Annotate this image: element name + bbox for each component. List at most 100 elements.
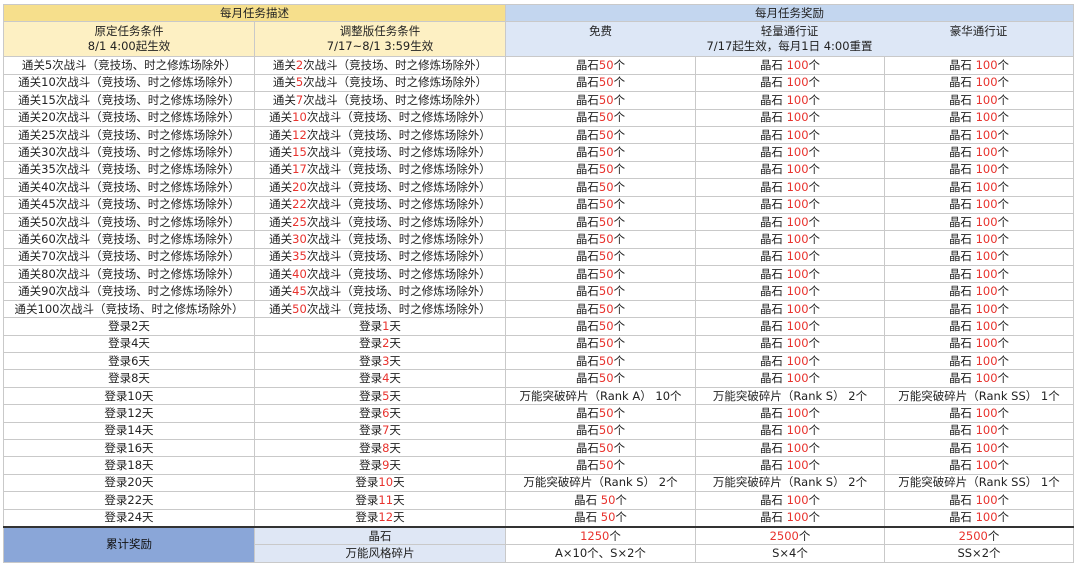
light-reward-suffix: 个 [808, 58, 821, 73]
deluxe-reward-suffix: 个 [997, 231, 1010, 246]
deluxe-reward-prefix: 晶石 [948, 492, 976, 507]
adj-condition-prefix: 登录 [359, 405, 383, 420]
adj-condition-prefix: 登录 [359, 318, 383, 333]
orig-condition-text: 通关70次战斗（竞技场、时之修炼场除外） [18, 249, 240, 264]
free-reward-suffix: 个 [613, 231, 626, 246]
adj-condition-cell: 通关30次战斗（竞技场、时之修炼场除外） [254, 230, 506, 249]
free-reward-suffix: 个 [613, 214, 626, 229]
free-reward-cell: 晶石50个 [505, 404, 696, 423]
deluxe-reward-prefix: 晶石 [948, 301, 976, 316]
adj-condition-cell: 通关12次战斗（竞技场、时之修炼场除外） [254, 125, 506, 145]
free-reward-suffix: 个 [613, 353, 626, 368]
free-reward-amount: 50 [598, 266, 614, 281]
free-reward-prefix: 晶石 [575, 162, 599, 177]
adj-condition-prefix: 通关 [269, 110, 293, 125]
deluxe-reward-suffix: 个 [997, 92, 1010, 107]
free-reward-prefix: 晶石 [575, 336, 599, 351]
orig-condition-title: 原定任务条件 [94, 24, 164, 39]
orig-condition-cell: 登录4天 [3, 334, 255, 354]
table-row: 通关30次战斗（竞技场、时之修炼场除外） 通关15次战斗（竞技场、时之修炼场除外）… [3, 143, 1075, 162]
adj-condition-cell: 登录3天 [254, 352, 506, 371]
light-reward-prefix: 晶石 [759, 371, 787, 386]
free-column-title: 免费 [589, 24, 612, 39]
adj-condition-suffix: 天 [389, 318, 401, 333]
light-reward-cell: 晶石 100个 [695, 456, 885, 475]
free-reward-prefix: 晶石 [575, 284, 599, 299]
table-row: 登录22天 登录11天 晶石 50个 晶石 100个 晶石 100个 [3, 491, 1075, 510]
table-row: 登录20天 登录10天 万能突破碎片（Rank S） 2个 万能突破碎片（Rank S… [3, 473, 1075, 493]
adj-condition-prefix: 登录 [359, 388, 383, 403]
orig-condition-text: 登录10天 [104, 388, 154, 403]
adj-condition-cell: 通关15次战斗（竞技场、时之修炼场除外） [254, 143, 506, 162]
adj-condition-prefix: 登录 [359, 371, 383, 386]
orig-condition-text: 登录8天 [108, 371, 150, 386]
summary-free-fragment: A×10个、S×2个 [505, 544, 696, 563]
orig-condition-cell: 通关80次战斗（竞技场、时之修炼场除外） [3, 265, 255, 284]
adj-condition-suffix: 天 [389, 423, 401, 438]
free-reward-prefix: 晶石 [575, 179, 599, 194]
light-reward-prefix: 晶石 [759, 145, 787, 160]
deluxe-reward-prefix: 晶石 [948, 336, 976, 351]
deluxe-reward-suffix: 个 [997, 197, 1010, 212]
deluxe-reward-suffix: 个 [997, 492, 1010, 507]
light-reward-cell: 晶石 100个 [695, 178, 885, 197]
free-reward-suffix: 个 [613, 58, 626, 73]
table-row: 通关90次战斗（竞技场、时之修炼场除外） 通关45次战斗（竞技场、时之修炼场除外）… [3, 282, 1075, 301]
free-reward-prefix: 晶石 [575, 145, 599, 160]
deluxe-reward-prefix: 晶石 [948, 458, 976, 473]
free-reward-suffix: 个 [613, 336, 626, 351]
free-reward-cell: 晶石50个 [505, 230, 696, 249]
free-reward-cell: 晶石50个 [505, 317, 696, 336]
deluxe-reward-prefix: 万能突破碎片（Rank SS） 1个 [898, 388, 1060, 403]
free-reward-amount: 50 [598, 301, 614, 316]
free-reward-prefix: 晶石 [575, 58, 599, 73]
light-reward-amount: 100 [786, 197, 809, 212]
free-reward-suffix: 个 [613, 127, 626, 142]
deluxe-reward-suffix: 个 [997, 266, 1010, 281]
task-reward-title: 每月任务奖励 [505, 3, 1074, 23]
orig-condition-cell: 登录18天 [3, 456, 255, 475]
free-reward-cell: 晶石 50个 [505, 508, 696, 528]
adj-condition-cell: 登录5天 [254, 386, 506, 406]
orig-condition-text: 通关80次战斗（竞技场、时之修炼场除外） [18, 266, 240, 281]
deluxe-reward-cell: 晶石 100个 [883, 125, 1075, 145]
free-reward-suffix: 个 [613, 266, 626, 281]
orig-condition-cell: 通关40次战斗（竞技场、时之修炼场除外） [3, 178, 255, 197]
adj-condition-prefix: 登录 [359, 353, 383, 368]
orig-condition-cell: 登录10天 [3, 386, 255, 406]
deluxe-pass-column-title: 豪华通行证 [949, 24, 1008, 39]
free-reward-suffix: 个 [613, 110, 626, 125]
light-reward-prefix: 晶石 [759, 75, 787, 90]
adj-condition-prefix: 通关 [269, 266, 293, 281]
free-reward-suffix: 个 [613, 423, 626, 438]
deluxe-reward-prefix: 晶石 [948, 145, 976, 160]
adj-condition-prefix: 通关 [269, 231, 293, 246]
deluxe-reward-prefix: 晶石 [948, 371, 976, 386]
light-reward-amount: 100 [786, 231, 809, 246]
table-row: 登录12天 登录6天 晶石50个 晶石 100个 晶石 100个 [3, 404, 1075, 423]
free-reward-suffix: 个 [613, 179, 626, 194]
adj-condition-suffix: 次战斗（竞技场、时之修炼场除外） [303, 75, 488, 90]
summary-item-crystal: 晶石 [254, 525, 506, 546]
free-reward-amount: 50 [598, 336, 614, 351]
light-reward-cell: 晶石 100个 [695, 265, 885, 284]
light-reward-cell: 晶石 100个 [695, 299, 885, 319]
deluxe-reward-amount: 100 [975, 510, 998, 525]
deluxe-reward-prefix: 晶石 [948, 249, 976, 264]
adj-condition-cell: 登录1天 [254, 317, 506, 336]
light-reward-amount: 100 [786, 371, 809, 386]
adj-condition-prefix: 通关 [269, 214, 293, 229]
deluxe-reward-suffix: 个 [997, 423, 1010, 438]
adj-condition-suffix: 天 [389, 336, 401, 351]
orig-condition-text: 通关45次战斗（竞技场、时之修炼场除外） [18, 197, 240, 212]
orig-condition-text: 通关60次战斗（竞技场、时之修炼场除外） [18, 231, 240, 246]
deluxe-reward-cell: 晶石 100个 [883, 91, 1075, 110]
light-reward-amount: 100 [786, 440, 809, 455]
adj-condition-prefix: 登录 [359, 458, 383, 473]
free-reward-cell: 晶石50个 [505, 438, 696, 458]
adj-condition-prefix: 通关 [272, 75, 296, 90]
adj-condition-suffix: 次战斗（竞技场、时之修炼场除外） [306, 197, 491, 212]
deluxe-reward-prefix: 万能突破碎片（Rank SS） 1个 [898, 475, 1060, 490]
light-reward-cell: 晶石 100个 [695, 125, 885, 145]
header-row-1: 每月任务描述 每月任务奖励 [3, 3, 1074, 23]
